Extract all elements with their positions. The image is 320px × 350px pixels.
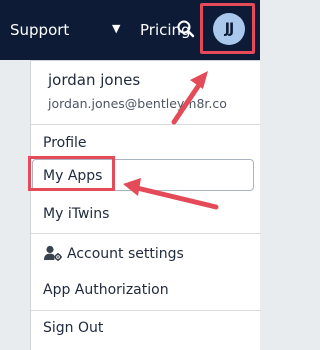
search-icon[interactable]	[176, 19, 196, 39]
my-apps-annotation-box	[28, 156, 115, 191]
menu-item-my-itwins[interactable]: My iTwins	[43, 205, 109, 223]
user-dropdown-menu: jordan jones jordan.jones@bentleym8r.co …	[28, 60, 261, 350]
menu-divider	[31, 233, 261, 234]
support-dropdown-caret-icon[interactable]: ▼	[112, 23, 120, 35]
user-name: jordan jones	[48, 71, 141, 89]
user-gear-icon	[44, 245, 62, 261]
menu-divider	[31, 310, 261, 311]
menu-item-profile[interactable]: Profile	[43, 134, 87, 152]
user-email: jordan.jones@bentleym8r.co	[48, 96, 227, 111]
menu-item-app-authorization[interactable]: App Authorization	[43, 281, 169, 299]
menu-divider	[31, 124, 261, 125]
menu-item-sign-out[interactable]: Sign Out	[43, 319, 103, 337]
menu-item-account-settings[interactable]: Account settings	[67, 245, 184, 263]
avatar-annotation-box	[200, 3, 255, 54]
nav-support[interactable]: Support	[10, 20, 69, 40]
